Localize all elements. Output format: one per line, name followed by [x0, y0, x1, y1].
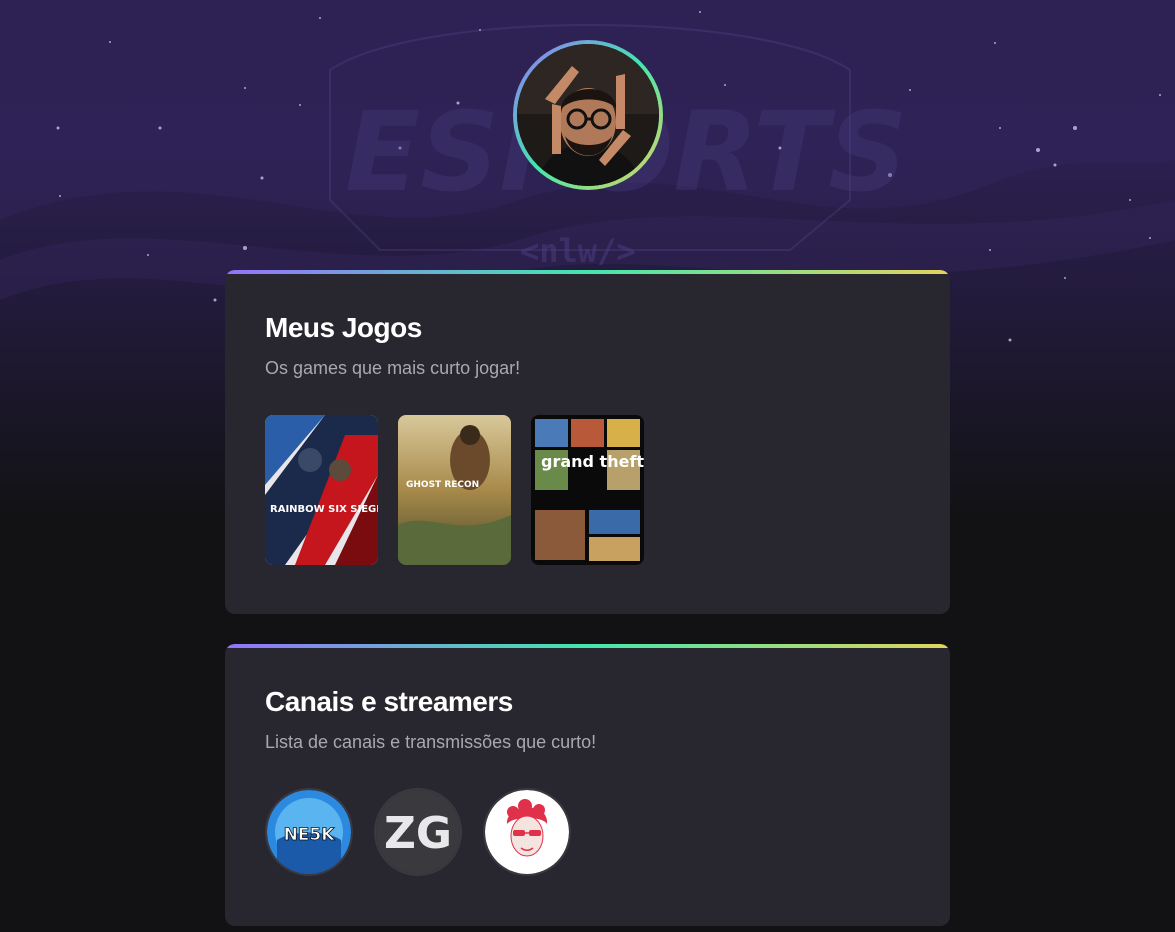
streamer-avatar-zg[interactable]: ZG [374, 788, 462, 876]
games-list: RAINBOW SIX SIEGE GHOST RECON grand thef… [265, 415, 644, 565]
game-cover-gta-v[interactable]: grand theft auto [531, 415, 644, 565]
profile-avatar-ring [513, 40, 663, 190]
ghost-recon-title: GHOST RECON [406, 480, 479, 490]
games-card: Meus Jogos Os games que mais curto jogar… [225, 270, 950, 614]
streamers-subtitle: Lista de canais e transmissões que curto… [265, 732, 597, 752]
games-title: Meus Jogos [265, 312, 422, 343]
profile-photo-icon [517, 44, 659, 186]
rainbow-six-title: RAINBOW SIX SIEGE [270, 504, 378, 515]
streamer-avatar-ne5k[interactable]: NE5K [265, 788, 353, 876]
streamers-title: Canais e streamers [265, 686, 513, 717]
streamers-list: NE5K ZG [265, 788, 571, 876]
game-cover-ghost-recon[interactable]: GHOST RECON [398, 415, 511, 565]
profile-avatar[interactable] [517, 44, 659, 186]
game-cover-rainbow-six[interactable]: RAINBOW SIX SIEGE [265, 415, 378, 565]
ne5k-logo-text: NE5K [284, 825, 336, 845]
gta-title: grand theft auto [541, 452, 644, 471]
nlw-tag-text: <nlw/> [520, 232, 636, 270]
zg-logo-text: ZG [384, 808, 452, 859]
streamers-card: Canais e streamers Lista de canais e tra… [225, 644, 950, 926]
streamer-avatar-redhair[interactable] [483, 788, 571, 876]
games-subtitle: Os games que mais curto jogar! [265, 358, 521, 378]
